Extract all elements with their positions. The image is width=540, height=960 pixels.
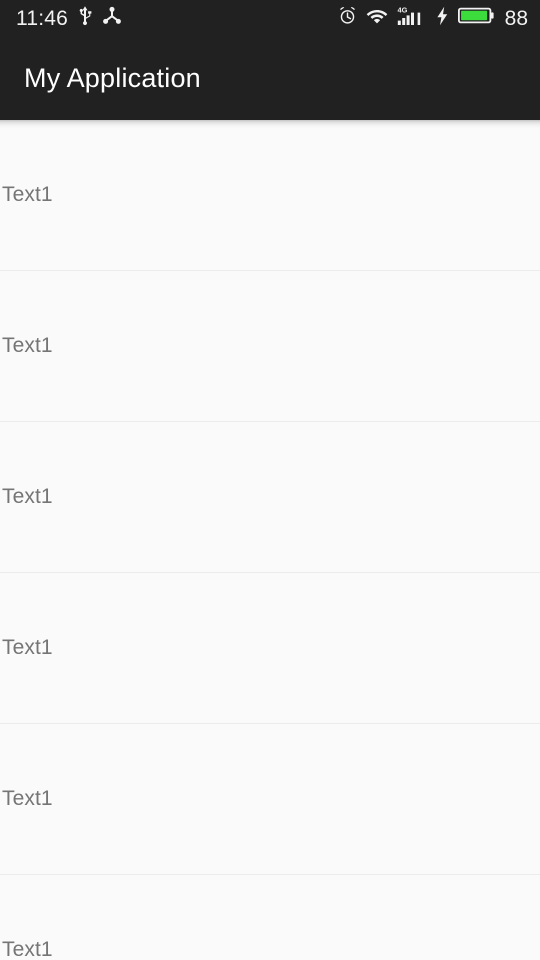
list-item-label: Text1 — [2, 484, 53, 508]
list-item-label: Text1 — [2, 937, 53, 960]
alarm-clock-icon — [338, 6, 357, 30]
app-bar: My Application — [0, 36, 540, 120]
status-bar-left-group: 11:46 — [16, 5, 122, 31]
list-view[interactable]: Text1 Text1 Text1 Text1 Text1 Text1 — [0, 120, 540, 960]
list-item[interactable]: Text1 — [0, 875, 540, 960]
list-item-label: Text1 — [2, 333, 53, 357]
list-item[interactable]: Text1 — [0, 271, 540, 422]
debug-icon — [102, 6, 122, 31]
list-item[interactable]: Text1 — [0, 573, 540, 724]
status-bar-clock: 11:46 — [16, 6, 68, 30]
wifi-icon — [366, 7, 388, 30]
list-item-label: Text1 — [2, 182, 53, 206]
svg-text:4G: 4G — [397, 5, 407, 14]
list-item-label: Text1 — [2, 635, 53, 659]
list-item[interactable]: Text1 — [0, 120, 540, 271]
usb-icon — [77, 5, 93, 31]
signal-4g-icon: 4G — [397, 5, 427, 31]
app-bar-title: My Application — [24, 62, 201, 93]
charging-bolt-icon — [436, 6, 449, 31]
list-item-label: Text1 — [2, 786, 53, 810]
status-bar: 11:46 4G 88 — [0, 0, 540, 36]
battery-icon — [457, 6, 494, 30]
battery-percent-label: 88 — [504, 6, 528, 30]
app-screen: 11:46 4G 88 My Application Text1 Text1 T… — [0, 0, 540, 960]
list-item[interactable]: Text1 — [0, 724, 540, 875]
list-item[interactable]: Text1 — [0, 422, 540, 573]
status-bar-right-group: 4G 88 — [338, 5, 528, 31]
